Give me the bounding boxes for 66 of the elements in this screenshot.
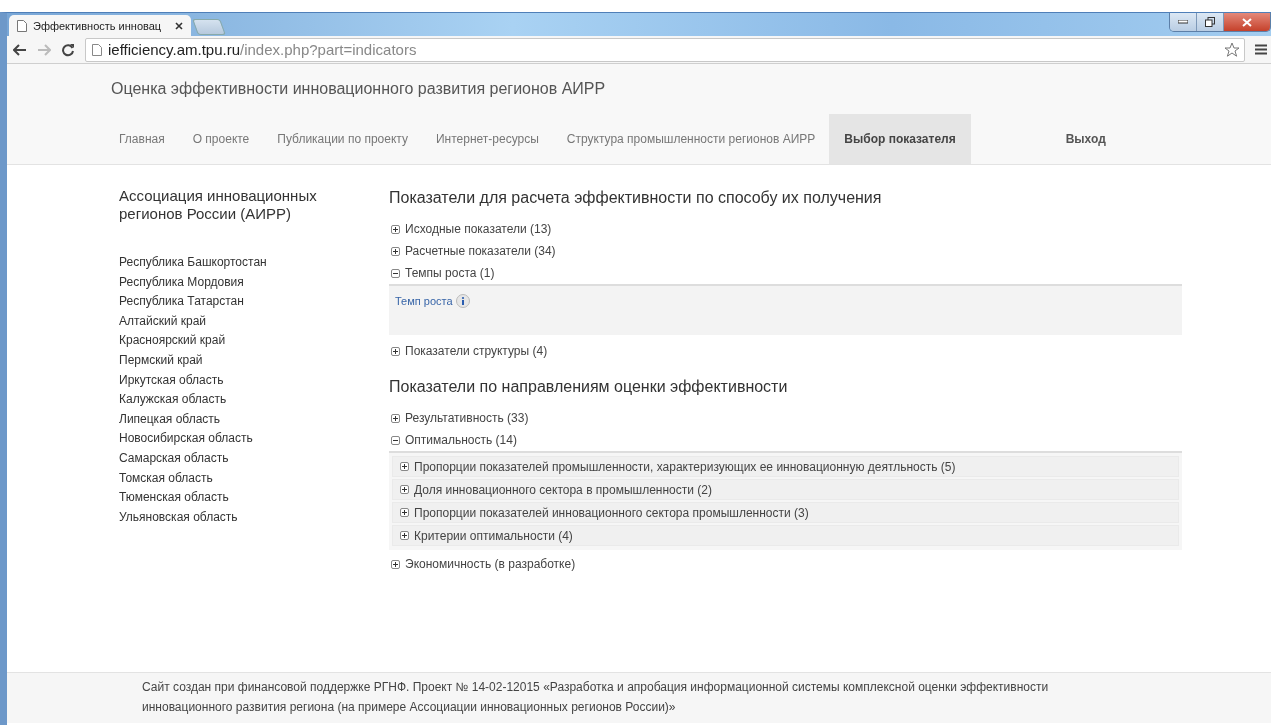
site-title: Оценка эффективности инновационного развития регионов АИРР [111, 80, 607, 99]
region-link[interactable]: Тюменская область [119, 488, 389, 508]
expand-icon[interactable] [400, 485, 409, 494]
region-link[interactable]: Пермский край [119, 350, 389, 371]
region-link[interactable]: Ульяновская область [119, 507, 389, 528]
minimize-icon [1178, 20, 1188, 24]
region-link[interactable]: Калужская область [119, 390, 389, 410]
region-link[interactable]: Иркутская область [119, 370, 389, 391]
region-link[interactable]: Томская область [119, 468, 389, 489]
group-link[interactable]: Темпы роста (1) [405, 266, 495, 280]
region-link[interactable]: Республика Башкортостан [119, 253, 389, 273]
close-icon [1242, 17, 1252, 27]
menu-icon[interactable] [1255, 44, 1267, 55]
group-link[interactable]: Исходные показатели (13) [405, 222, 552, 236]
subgroup-link[interactable]: Доля инновационного сектора в промышленности (2) [414, 482, 712, 497]
back-icon[interactable] [13, 43, 27, 56]
region-link[interactable]: Республика Мордовия [119, 272, 389, 293]
region-link[interactable]: Новосибирская область [119, 429, 389, 449]
section-heading: Показатели для расчета эффективности по способу их получения [389, 188, 883, 208]
page-icon [17, 19, 27, 32]
logout-link[interactable]: Выход [1051, 114, 1120, 164]
collapse-icon[interactable] [391, 268, 400, 278]
expand-icon[interactable] [391, 346, 400, 356]
sidebar-heading: Ассоциация инновационных регионов России (АИРР) [119, 187, 318, 223]
expand-icon[interactable] [400, 531, 409, 540]
expand-icon[interactable] [391, 413, 400, 423]
browser-tab[interactable]: Эффективность инновац [9, 15, 191, 36]
expand-icon[interactable] [391, 559, 400, 569]
section-heading: Показатели по направлениям оценки эффективности [389, 377, 789, 397]
nav-link[interactable]: Главная [111, 114, 179, 164]
reload-icon[interactable] [61, 42, 75, 57]
info-icon[interactable] [455, 294, 470, 308]
nav-link[interactable]: Интернет-ресурсы [421, 114, 553, 164]
group-link[interactable]: Расчетные показатели (34) [405, 244, 556, 258]
indicator-link[interactable]: Темп роста [395, 295, 453, 307]
nav-link[interactable]: О проекте [178, 114, 264, 164]
footer-text: Сайт создан при финансовой поддержке РГНФ. Проект № 14-02-12015 «Разработка и апробация информационной системы комплексной оценки эффективности инновационного развития региона (на примере Ассоциации инновационных регионов России)» [142, 679, 1050, 716]
subgroup-link[interactable]: Пропорции показателей промышленности, характеризующих ее инновационную деятльность (5) [414, 459, 956, 474]
url-text: iefficiency.am.tpu.ru/index.php?part=indicators [108, 41, 417, 58]
expand-icon[interactable] [400, 508, 409, 517]
nav-link[interactable]: Публикации по проекту [263, 114, 422, 164]
region-link[interactable]: Республика Татарстан [119, 292, 389, 312]
restore-icon [1205, 17, 1215, 27]
region-link[interactable]: Самарская область [119, 448, 389, 469]
nav-link[interactable]: Выбор показателя [829, 114, 971, 164]
group-link[interactable]: Экономичность (в разработке) [405, 557, 576, 571]
expand-icon[interactable] [400, 462, 409, 471]
region-link[interactable]: Красноярский край [119, 331, 389, 351]
nav-link[interactable]: Структура промышленности регионов АИРР [552, 114, 830, 164]
star-icon[interactable] [1224, 41, 1240, 58]
page-icon [92, 43, 102, 56]
expand-icon[interactable] [391, 246, 400, 256]
restore-button[interactable] [1197, 13, 1224, 31]
region-link[interactable]: Алтайский край [119, 311, 389, 332]
close-button[interactable] [1224, 13, 1270, 31]
close-icon[interactable] [175, 21, 183, 30]
group-link[interactable]: Оптимальность (14) [405, 433, 517, 447]
region-link[interactable]: Липецкая область [119, 409, 389, 430]
collapse-icon[interactable] [391, 435, 400, 445]
group-link[interactable]: Результативность (33) [405, 411, 529, 425]
subgroup-link[interactable]: Пропорции показателей инновационного сектора промышленности (3) [414, 505, 809, 520]
address-bar[interactable]: iefficiency.am.tpu.ru/index.php?part=indicators [85, 37, 1245, 62]
subgroup-link[interactable]: Критерии оптимальности (4) [414, 528, 573, 543]
expand-icon[interactable] [391, 224, 400, 234]
tab-title: Эффективность инновац [33, 19, 163, 32]
group-link[interactable]: Показатели структуры (4) [405, 344, 548, 358]
